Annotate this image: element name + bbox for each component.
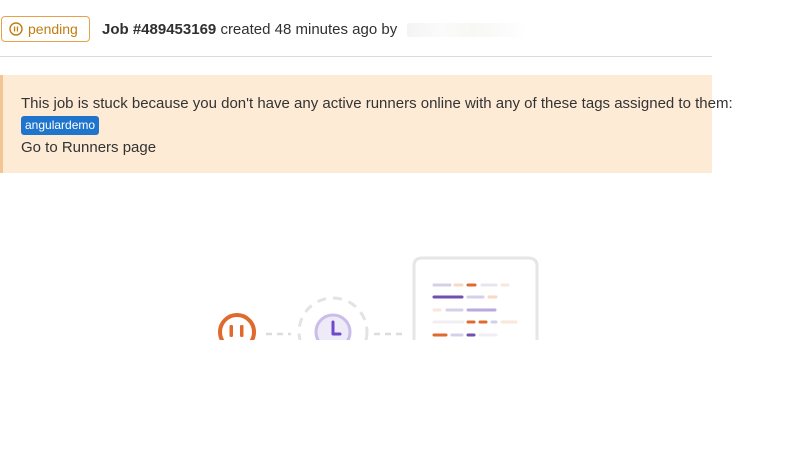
alert-message: This job is stuck because you don't have…: [21, 95, 733, 112]
job-page: pending Job #489453169 created 48 minute…: [0, 0, 800, 450]
runners-page-link[interactable]: Go to Runners page: [21, 139, 156, 157]
stuck-job-alert: This job is stuck because you don't have…: [0, 75, 733, 173]
job-header: pending Job #489453169 created 48 minute…: [0, 0, 712, 57]
pause-circle-icon: [9, 22, 23, 36]
job-id: Job #489453169: [102, 21, 217, 38]
status-label: pending: [28, 21, 78, 37]
runner-tag-badge[interactable]: angulardemo: [21, 116, 100, 135]
clock-icon: [297, 296, 369, 342]
created-text: created 48 minutes ago by: [220, 21, 398, 38]
job-log-card-illustration: [412, 256, 539, 340]
pending-job-illustration: [210, 256, 550, 342]
job-title: Job #489453169 created 48 minutes ago by: [102, 21, 528, 39]
pending-status-icon: [218, 313, 256, 342]
status-badge[interactable]: pending: [1, 16, 90, 42]
author-avatar-redacted[interactable]: [407, 23, 528, 38]
